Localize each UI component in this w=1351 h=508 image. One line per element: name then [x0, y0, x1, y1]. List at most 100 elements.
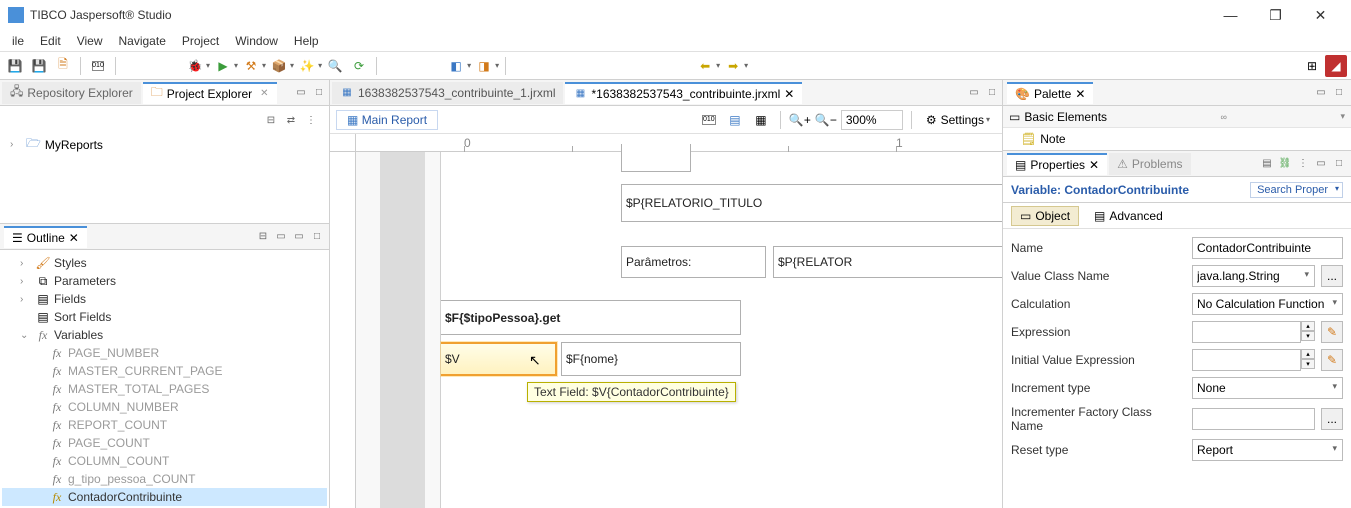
toggle-icon[interactable]: 010	[87, 55, 109, 77]
maximize-view-icon[interactable]: □	[1331, 85, 1347, 101]
browse-class-button[interactable]: ...	[1321, 265, 1343, 287]
minimize-view-icon[interactable]: ▭	[1313, 156, 1329, 172]
minimize-view-icon[interactable]: ▭	[1313, 85, 1329, 101]
maximize-view-icon[interactable]: □	[1331, 156, 1347, 172]
menu-file[interactable]: ile	[4, 32, 32, 50]
menu-project[interactable]: Project	[174, 32, 227, 50]
maximize-view-icon[interactable]: □	[984, 85, 1000, 101]
menu-navigate[interactable]: Navigate	[111, 32, 174, 50]
editor-tab-1[interactable]: ▦ 1638382537543_contribuinte_1.jrxml	[332, 82, 563, 104]
minimize-view-icon[interactable]: ▭	[293, 85, 309, 101]
tree-var-contador[interactable]: fxContadorContribuinte	[2, 488, 327, 506]
tab-properties[interactable]: ▤ Properties ✕	[1007, 153, 1107, 175]
props-menu-icon[interactable]: ▤	[1259, 156, 1275, 172]
input-name[interactable]	[1192, 237, 1343, 259]
run-icon[interactable]: ▶	[212, 55, 234, 77]
image-placeholder[interactable]	[621, 144, 691, 172]
chevron-down-icon[interactable]: ▾	[1340, 111, 1345, 122]
refresh-icon[interactable]: ⟳	[348, 55, 370, 77]
text-field-titulo[interactable]: $P{RELATORIO_TITULO	[621, 184, 1002, 222]
tab-close-icon[interactable]: ✕	[1089, 158, 1099, 172]
static-text-parametros[interactable]: Parâmetros:	[621, 246, 766, 278]
combo-reset-type[interactable]	[1192, 439, 1343, 461]
main-report-button[interactable]: ▦ Main Report	[336, 110, 438, 130]
combo-value-class[interactable]	[1192, 265, 1315, 287]
drawer-basic-elements[interactable]: ▭ Basic Elements ∞ ▾	[1003, 106, 1351, 128]
palette-item-note[interactable]: 🗒 Note	[1003, 128, 1351, 150]
edit-initial-expression-button[interactable]: ✎	[1321, 349, 1343, 371]
minimize-button[interactable]: —	[1208, 0, 1253, 30]
tree-var-gtipo[interactable]: fxg_tipo_pessoa_COUNT	[2, 470, 327, 488]
maximize-view-icon[interactable]: □	[311, 85, 327, 101]
text-field-sv-selected[interactable]: $V	[441, 342, 557, 376]
tree-var-report-count[interactable]: fxREPORT_COUNT	[2, 416, 327, 434]
tab-project-explorer[interactable]: 🗀 Project Explorer ✕	[143, 82, 277, 104]
tab-close-icon[interactable]: ✕	[69, 231, 79, 245]
tree-styles[interactable]: ›🖌Styles	[2, 254, 327, 272]
save-all-icon[interactable]: 💾	[28, 55, 50, 77]
menu-help[interactable]: Help	[286, 32, 327, 50]
tab-palette[interactable]: 🎨 Palette ✕	[1007, 82, 1093, 104]
design-canvas[interactable]: 0 1 $P{RELATORIO_TITULO Parâmetros:	[330, 134, 1002, 508]
tab-repository-explorer[interactable]: 🖧 Repository Explorer	[2, 82, 141, 104]
settings-button[interactable]: ⚙ Settings ▾	[920, 111, 996, 129]
tree-var-master-total[interactable]: fxMASTER_TOTAL_PAGES	[2, 380, 327, 398]
jasper-perspective-icon[interactable]: ◢	[1325, 55, 1347, 77]
tool2-icon[interactable]: ◨	[473, 55, 495, 77]
link-editor-icon[interactable]: ⇄	[283, 112, 299, 128]
search-properties-button[interactable]: Search Proper	[1250, 182, 1343, 198]
combo-increment-type[interactable]	[1192, 377, 1343, 399]
tab-problems[interactable]: ⚠ Problems	[1109, 153, 1190, 175]
collapse-all-icon[interactable]: ⊟	[263, 112, 279, 128]
forward-icon[interactable]: ➡	[722, 55, 744, 77]
text-field-nome[interactable]: $F{nome}	[561, 342, 741, 376]
zoom-combo[interactable]	[841, 110, 903, 130]
project-root[interactable]: › 🗁 MyReports	[6, 132, 323, 157]
view-menu-icon[interactable]: ⋮	[1295, 156, 1311, 172]
menu-edit[interactable]: Edit	[32, 32, 69, 50]
tree-parameters[interactable]: ›⧉Parameters	[2, 272, 327, 290]
edit-expression-button[interactable]: ✎	[1321, 321, 1343, 343]
menu-view[interactable]: View	[69, 32, 111, 50]
tree-sort-fields[interactable]: ▤Sort Fields	[2, 308, 327, 326]
search-icon[interactable]: 🔍	[324, 55, 346, 77]
input-initial-expression[interactable]	[1192, 349, 1301, 371]
outline-tree-icon[interactable]: ⊟	[255, 229, 271, 245]
text-field-tipo-pessoa[interactable]: $F{$tipoPessoa}.get	[441, 300, 741, 335]
grid-icon[interactable]: ▦	[750, 109, 772, 131]
tree-var-page-number[interactable]: fxPAGE_NUMBER	[2, 344, 327, 362]
tab-close-icon[interactable]: ✕	[260, 88, 268, 99]
menu-window[interactable]: Window	[227, 32, 286, 50]
outline-thumb-icon[interactable]: ▭	[273, 229, 289, 245]
perspective-icon[interactable]: ⊞	[1301, 55, 1323, 77]
package-icon[interactable]: 📦	[268, 55, 290, 77]
maximize-button[interactable]: ❐	[1253, 0, 1298, 30]
combo-calculation[interactable]	[1192, 293, 1343, 315]
browse-factory-button[interactable]: ...	[1321, 408, 1343, 430]
close-button[interactable]: ✕	[1298, 0, 1343, 30]
editor-tab-2[interactable]: ▦ *1638382537543_contribuinte.jrxml ✕	[565, 82, 802, 104]
dataset-icon[interactable]: ▤	[724, 109, 746, 131]
wizard-icon[interactable]: ✨	[296, 55, 318, 77]
mode-object-button[interactable]: ▭ Object	[1011, 206, 1079, 226]
save-icon[interactable]: 💾	[4, 55, 26, 77]
minimize-view-icon[interactable]: ▭	[291, 229, 307, 245]
zoom-in-icon[interactable]: 🔍+	[789, 109, 811, 131]
mode-advanced-button[interactable]: ▤ Advanced	[1085, 206, 1172, 226]
toggle-010-icon[interactable]: 010	[698, 109, 720, 131]
save-as-icon[interactable]: 🗎	[52, 55, 74, 77]
tree-var-master-current[interactable]: fxMASTER_CURRENT_PAGE	[2, 362, 327, 380]
input-expression[interactable]	[1192, 321, 1301, 343]
zoom-out-icon[interactable]: 🔍−	[815, 109, 837, 131]
tree-var-column-count[interactable]: fxCOLUMN_COUNT	[2, 452, 327, 470]
tree-var-column-number[interactable]: fxCOLUMN_NUMBER	[2, 398, 327, 416]
maximize-view-icon[interactable]: □	[309, 229, 325, 245]
report-page[interactable]: $P{RELATORIO_TITULO Parâmetros: $P{RELAT…	[440, 152, 1002, 508]
tree-var-page-count[interactable]: fxPAGE_COUNT	[2, 434, 327, 452]
text-field-relator[interactable]: $P{RELATOR	[773, 246, 1002, 278]
view-menu-icon[interactable]: ⋮	[303, 112, 319, 128]
tree-variables[interactable]: ⌄fxVariables	[2, 326, 327, 344]
pin-icon[interactable]: ∞	[1221, 112, 1227, 122]
expand-icon[interactable]: ›	[10, 139, 22, 150]
minimize-view-icon[interactable]: ▭	[966, 85, 982, 101]
